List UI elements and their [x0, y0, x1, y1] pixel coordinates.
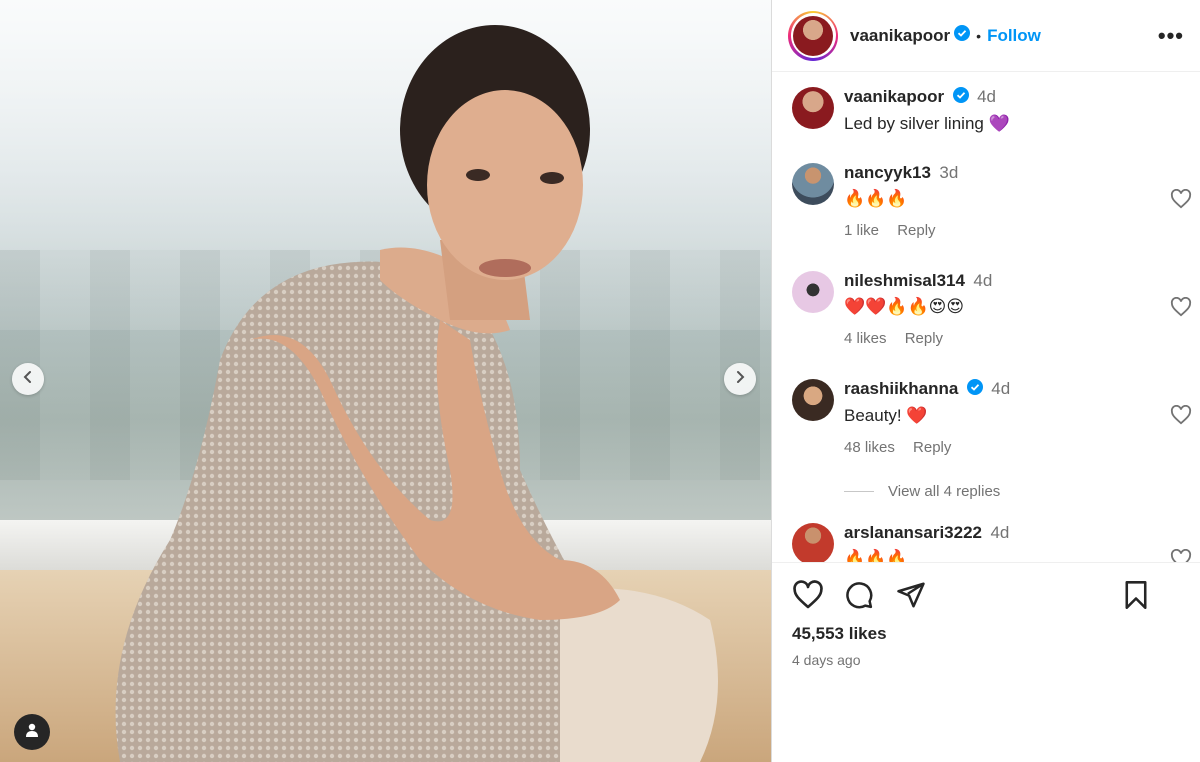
follow-button[interactable]: Follow: [987, 26, 1041, 46]
portrait-figure: [115, 25, 718, 762]
comment-username[interactable]: arslanansari3222: [844, 523, 982, 542]
verified-badge-icon: [966, 379, 983, 400]
comment-time[interactable]: 4d: [973, 271, 992, 290]
like-comment-heart-icon[interactable]: [1170, 188, 1192, 214]
chevron-right-icon: [733, 370, 747, 389]
reply-button[interactable]: Reply: [905, 330, 943, 347]
post-header: vaanikapoor • Follow •••: [772, 0, 1200, 72]
replies-divider: [844, 491, 874, 492]
comment-likes[interactable]: 4 likes: [844, 330, 887, 347]
comment-time[interactable]: 3d: [939, 163, 958, 182]
reply-button[interactable]: Reply: [913, 439, 951, 456]
like-comment-heart-icon[interactable]: [1170, 296, 1192, 322]
previous-photo-button[interactable]: [12, 363, 44, 395]
author-avatar-ring[interactable]: [788, 10, 838, 61]
comment-username[interactable]: raashiikhanna: [844, 379, 958, 398]
like-comment-heart-icon[interactable]: [1170, 404, 1192, 430]
user-tags-button[interactable]: [14, 714, 50, 750]
verified-badge-icon: [952, 87, 969, 108]
post-details-panel: vaanikapoor • Follow ••• vaanikapoor 4d …: [771, 0, 1200, 762]
likes-count[interactable]: 45,553 likes: [792, 624, 887, 644]
comment-text: 🔥🔥🔥: [844, 549, 908, 563]
comment-likes[interactable]: 48 likes: [844, 439, 895, 456]
user-tag-icon: [24, 722, 40, 743]
heart-icon[interactable]: [792, 580, 824, 615]
comment-likes[interactable]: 1 like: [844, 222, 879, 239]
comment-text: Beauty! ❤️: [844, 406, 928, 426]
post-actions: [792, 580, 1182, 614]
avatar[interactable]: [792, 523, 834, 562]
share-icon[interactable]: [896, 580, 926, 615]
like-comment-heart-icon[interactable]: [1170, 548, 1192, 562]
avatar: [793, 15, 833, 56]
caption-text: Led by silver lining 💜: [844, 114, 1010, 134]
next-photo-button[interactable]: [724, 363, 756, 395]
comment-username[interactable]: vaanikapoor: [844, 87, 944, 106]
avatar[interactable]: [792, 271, 834, 313]
bookmark-icon[interactable]: [1122, 580, 1150, 615]
comment-text: ❤️❤️🔥🔥😍😍: [844, 297, 965, 316]
author-username[interactable]: vaanikapoor: [850, 26, 950, 46]
comment-text: 🔥🔥🔥: [844, 189, 908, 208]
comment-time[interactable]: 4d: [990, 523, 1009, 542]
comment-username[interactable]: nancyyk13: [844, 163, 931, 182]
view-replies-label: View all 4 replies: [888, 483, 1001, 500]
reply-button[interactable]: Reply: [897, 222, 935, 239]
avatar[interactable]: [792, 163, 834, 205]
comment-username[interactable]: nileshmisal314: [844, 271, 965, 290]
post-photo[interactable]: [0, 0, 771, 762]
more-options-button[interactable]: •••: [1158, 23, 1184, 49]
verified-badge-icon: [954, 25, 971, 46]
view-replies-button[interactable]: View all 4 replies: [844, 483, 1000, 500]
chevron-left-icon: [21, 370, 35, 389]
avatar[interactable]: [792, 379, 834, 421]
comment-time[interactable]: 4d: [977, 87, 996, 106]
comments-list[interactable]: vaanikapoor 4d Led by silver lining 💜 na…: [772, 73, 1200, 563]
separator-dot: •: [976, 27, 982, 44]
comment-time[interactable]: 4d: [991, 379, 1010, 398]
avatar[interactable]: [792, 87, 834, 129]
post-timestamp[interactable]: 4 days ago: [792, 652, 861, 668]
comment-icon[interactable]: [844, 580, 874, 615]
